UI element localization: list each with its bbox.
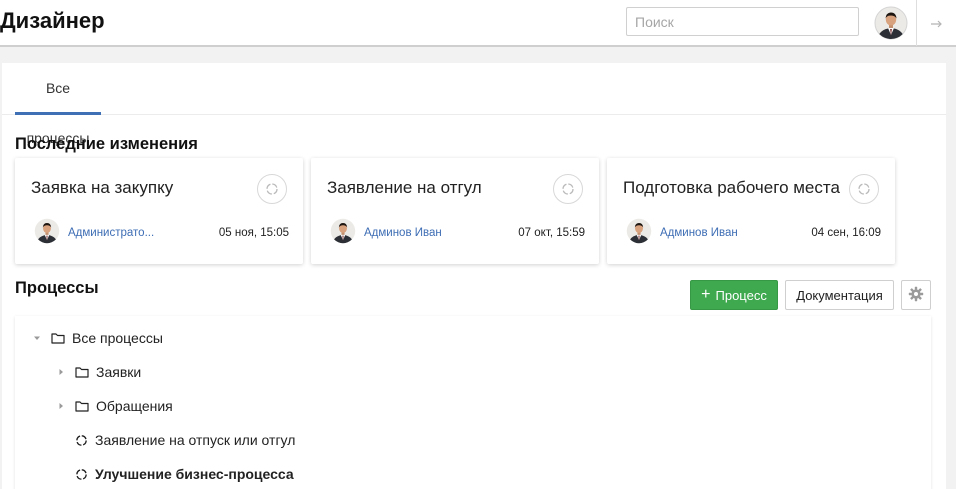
app-title: Дизайнер	[0, 8, 105, 33]
recent-card-date: 04 сен, 16:09	[811, 227, 881, 239]
processes-title: Процессы	[15, 279, 99, 297]
avatar-image	[874, 6, 908, 40]
recent-card-author[interactable]: Админов Иван	[364, 227, 442, 239]
recent-card-date: 07 окт, 15:59	[518, 227, 585, 239]
logout-button[interactable]	[917, 0, 956, 46]
caret-down-icon[interactable]	[31, 334, 43, 342]
app-header: Дизайнер	[0, 0, 956, 47]
process-circle-icon	[257, 174, 287, 204]
process-circle-icon	[75, 434, 88, 447]
tree-item-label: Улучшение бизнес-процесса	[95, 466, 294, 482]
process-tree: Все процессы Заявки Обращения Заявление …	[15, 316, 931, 489]
folder-icon	[51, 332, 65, 344]
recent-card[interactable]: Заявка на закупку Администрато... 05 ноя…	[15, 158, 303, 264]
user-avatar[interactable]	[874, 6, 908, 45]
search-input[interactable]	[626, 7, 859, 36]
tree-item-label: Обращения	[96, 398, 173, 414]
caret-right-icon[interactable]	[55, 402, 67, 410]
tree-item-requests[interactable]: Заявки	[55, 359, 141, 385]
tree-item-label: Заявки	[96, 364, 142, 380]
process-circle-icon	[553, 174, 583, 204]
recent-card-author[interactable]: Админов Иван	[660, 227, 738, 239]
tree-item-leave-request[interactable]: Заявление на отпуск или отгул	[75, 427, 295, 453]
recent-card-author[interactable]: Администрато...	[68, 227, 154, 239]
plus-icon: +	[701, 286, 711, 303]
recent-card-date: 05 ноя, 15:05	[218, 227, 289, 239]
recent-card[interactable]: Подготовка рабочего места Админов Иван 0…	[607, 158, 895, 264]
tree-item-label: Заявление на отпуск или отгул	[95, 432, 296, 448]
avatar	[626, 218, 652, 249]
folder-icon	[75, 400, 89, 412]
documentation-button[interactable]: Документация	[785, 280, 894, 310]
gear-icon	[908, 286, 924, 305]
tree-item-label: Все процессы	[72, 330, 163, 346]
caret-right-icon[interactable]	[55, 368, 67, 376]
tree-item-all-processes[interactable]: Все процессы	[31, 325, 163, 351]
avatar	[34, 218, 60, 249]
settings-button[interactable]	[901, 280, 931, 310]
recent-card-title: Заявление на отгул	[327, 178, 482, 197]
recent-card-title: Подготовка рабочего места	[623, 178, 840, 197]
add-process-label: Процесс	[715, 287, 767, 303]
tabs-bar: Все процессы	[2, 63, 946, 146]
recent-card-title: Заявка на закупку	[31, 178, 174, 197]
avatar	[330, 218, 356, 249]
process-circle-icon	[849, 174, 879, 204]
tree-item-appeals[interactable]: Обращения	[55, 393, 173, 419]
tree-item-process-improvement[interactable]: Улучшение бизнес-процесса	[75, 461, 294, 487]
arrow-right-icon	[930, 15, 943, 31]
process-circle-icon	[75, 468, 88, 481]
main-panel: Все процессы Последние изменения Заявка …	[2, 63, 946, 489]
recent-card[interactable]: Заявление на отгул Админов Иван 07 окт, …	[311, 158, 599, 264]
recent-changes-title: Последние изменения	[15, 135, 198, 153]
add-process-button[interactable]: + Процесс	[690, 280, 778, 310]
tab-all-processes[interactable]: Все процессы	[15, 63, 101, 146]
folder-icon	[75, 366, 89, 378]
